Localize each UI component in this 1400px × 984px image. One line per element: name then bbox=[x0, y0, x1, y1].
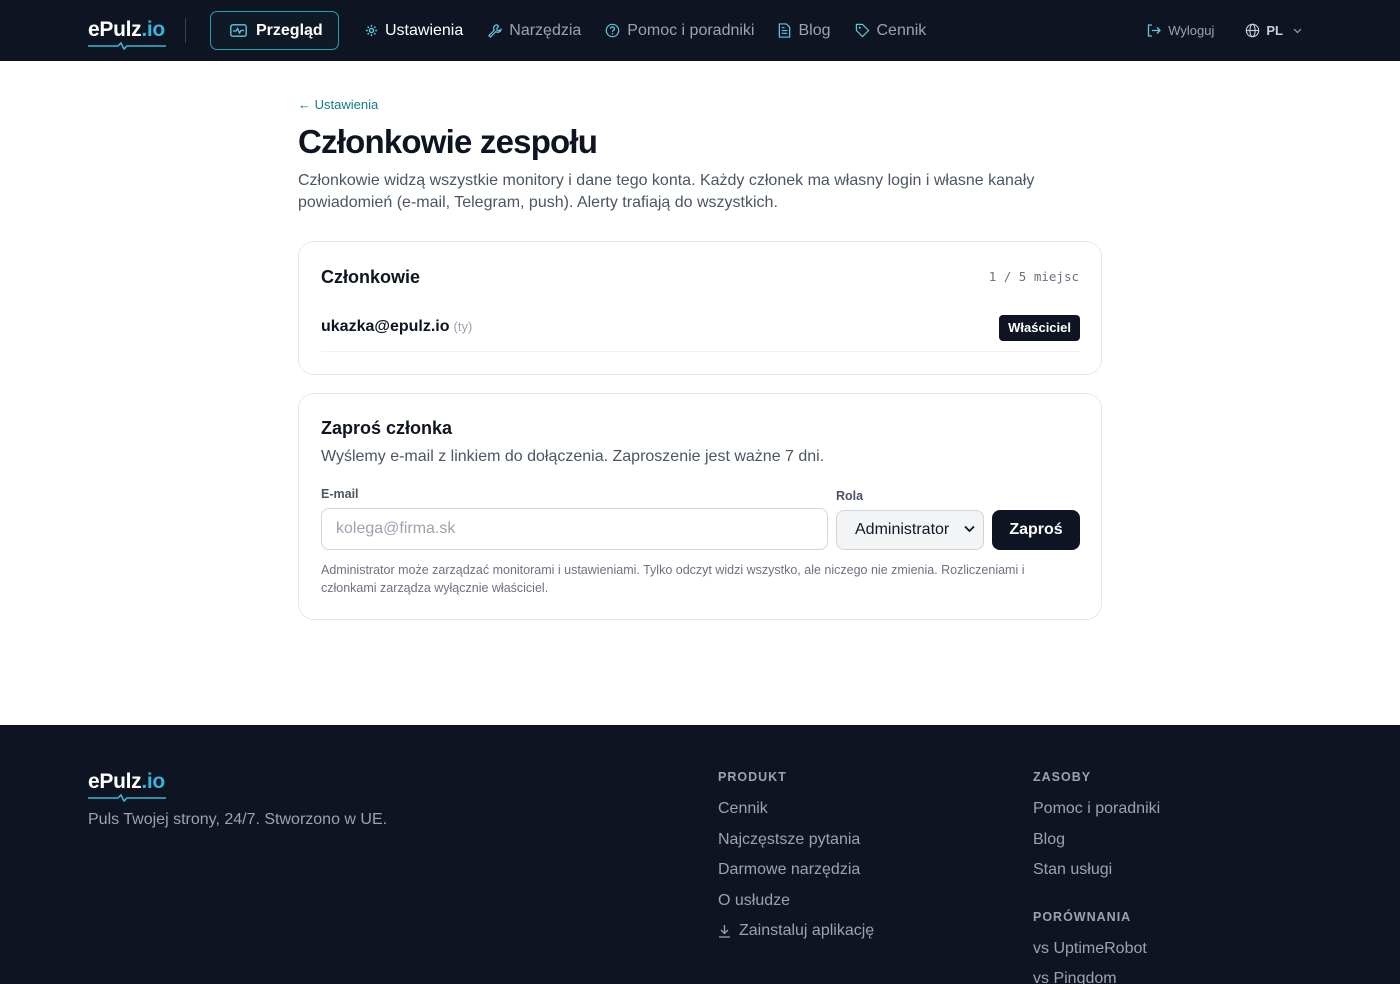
footer-link[interactable]: Stan usługi bbox=[1033, 861, 1112, 879]
brand-tld: .io bbox=[141, 770, 165, 793]
role-badge: Właściciel bbox=[999, 315, 1080, 341]
footer-link[interactable]: vs Pingdom bbox=[1033, 970, 1117, 984]
brand-name: ePulz bbox=[88, 770, 142, 793]
footer-brand-logo[interactable]: ePulz.io bbox=[88, 769, 166, 802]
footer-product-heading: Produkt bbox=[718, 770, 787, 784]
install-app-link[interactable]: Zainstaluj aplikację bbox=[718, 922, 874, 940]
dashboard-icon bbox=[230, 24, 247, 37]
help-circle-icon bbox=[606, 23, 620, 38]
pulse-underline-icon bbox=[88, 42, 166, 50]
globe-icon bbox=[1246, 23, 1260, 38]
email-field[interactable] bbox=[321, 508, 828, 550]
email-label: E-mail bbox=[321, 487, 359, 501]
footer-resources-column: Zasoby Pomoc i poradniki Blog Stan usług… bbox=[1033, 770, 1160, 984]
invite-note: Administrator może zarządzać monitorami … bbox=[321, 563, 1025, 595]
chevron-down-icon bbox=[1293, 28, 1302, 33]
member-row: ukazka@epulz.io (ty) Właściciel bbox=[321, 315, 1080, 352]
footer-link[interactable]: Najczęstsze pytania bbox=[718, 831, 860, 849]
nav-item-label: Ustawienia bbox=[385, 21, 464, 39]
nav-divider bbox=[185, 18, 186, 43]
document-icon bbox=[779, 23, 791, 38]
footer-link[interactable]: Blog bbox=[1033, 831, 1065, 849]
tag-icon bbox=[855, 23, 869, 38]
nav-item-ustawienia[interactable]: Ustawienia bbox=[365, 22, 463, 40]
footer-comparisons-heading: Porównania bbox=[1033, 910, 1132, 924]
top-navbar: ePulz.io Przegląd Ustawienia Narzędzia P… bbox=[0, 0, 1400, 61]
footer-link[interactable]: Darmowe narzędzia bbox=[718, 861, 860, 879]
nav-right: Wyloguj PL bbox=[1147, 0, 1302, 61]
overview-label: Przegląd bbox=[256, 21, 323, 39]
install-app-label: Zainstaluj aplikację bbox=[739, 922, 875, 939]
role-select[interactable]: Administrator bbox=[836, 510, 984, 550]
nav-item-label: Blog bbox=[798, 21, 831, 39]
role-select-value: Administrator bbox=[855, 521, 950, 538]
invite-button[interactable]: Zaproś bbox=[992, 510, 1080, 550]
download-icon bbox=[719, 925, 730, 938]
footer-link[interactable]: vs UptimeRobot bbox=[1033, 940, 1147, 958]
member-email: ukazka@epulz.io bbox=[321, 318, 450, 335]
logout-button[interactable]: Wyloguj bbox=[1147, 23, 1214, 38]
brand-name: ePulz bbox=[88, 18, 142, 41]
brand-logo[interactable]: ePulz.io bbox=[88, 17, 166, 50]
footer-link[interactable]: O usłudze bbox=[718, 892, 790, 910]
page-description: Członkowie widzą wszystkie monitory i da… bbox=[298, 172, 1035, 211]
back-link[interactable]: ← Ustawienia bbox=[298, 97, 378, 112]
gear-icon bbox=[365, 24, 378, 37]
nav-item-label: Cennik bbox=[876, 21, 927, 39]
invite-description: Wyślemy e-mail z linkiem do dołączenia. … bbox=[321, 448, 825, 465]
main-nav: Ustawienia Narzędzia Pomoc i poradniki B… bbox=[365, 0, 950, 61]
pulse-underline-icon bbox=[88, 794, 166, 802]
footer-product-column: Produkt Cennik Najczęstsze pytania Darmo… bbox=[718, 770, 874, 939]
footer-link[interactable]: Pomoc i poradniki bbox=[1033, 800, 1160, 818]
wrench-icon bbox=[488, 24, 502, 38]
language-switcher[interactable]: PL bbox=[1245, 23, 1302, 38]
members-title: Członkowie bbox=[321, 267, 421, 287]
overview-button[interactable]: Przegląd bbox=[210, 11, 339, 50]
seats-counter: 1 / 5 miejsc bbox=[988, 269, 1079, 284]
logout-label: Wyloguj bbox=[1168, 23, 1215, 38]
chevron-down-icon bbox=[964, 525, 975, 533]
member-you-tag: (ty) bbox=[453, 319, 473, 334]
role-label: Rola bbox=[836, 489, 864, 503]
nav-item-cennik[interactable]: Cennik bbox=[855, 21, 927, 40]
nav-item-narzedzia[interactable]: Narzędzia bbox=[487, 22, 581, 40]
language-label: PL bbox=[1266, 23, 1283, 38]
nav-item-label: Narzędzia bbox=[509, 21, 582, 39]
invite-title: Zaproś członka bbox=[321, 418, 453, 438]
invite-card: Zaproś członka Wyślemy e-mail z linkiem … bbox=[298, 393, 1102, 620]
brand-tld: .io bbox=[141, 18, 165, 41]
page-title: Członkowie zespołu bbox=[298, 123, 598, 160]
logout-icon bbox=[1148, 24, 1162, 37]
footer-tagline: Puls Twojej strony, 24/7. Stworzono w UE… bbox=[88, 811, 388, 828]
nav-item-pomoc[interactable]: Pomoc i poradniki bbox=[605, 22, 754, 40]
footer-resources-heading: Zasoby bbox=[1033, 770, 1092, 784]
footer-link[interactable]: Cennik bbox=[718, 800, 768, 818]
nav-item-blog[interactable]: Blog bbox=[778, 21, 831, 40]
nav-item-label: Pomoc i poradniki bbox=[627, 21, 755, 39]
footer: ePulz.io Puls Twojej strony, 24/7. Stwor… bbox=[0, 725, 1400, 984]
member-email-wrap: ukazka@epulz.io (ty) bbox=[321, 318, 472, 336]
members-card: Członkowie 1 / 5 miejsc ukazka@epulz.io(… bbox=[298, 241, 1102, 375]
